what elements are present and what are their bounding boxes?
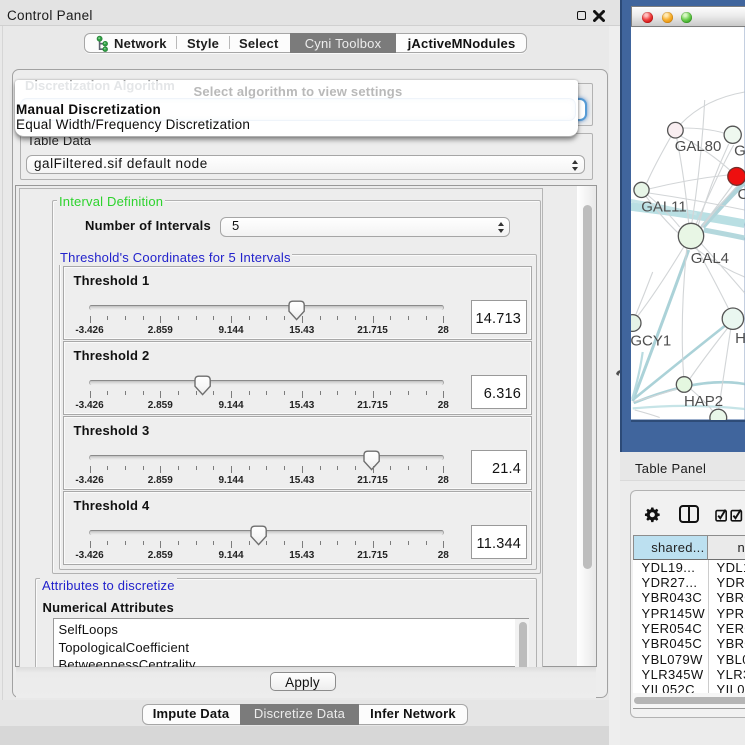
- svg-text:G.: G.: [734, 143, 745, 160]
- svg-text:GAL80: GAL80: [675, 138, 722, 155]
- svg-text:HAP2: HAP2: [684, 393, 723, 410]
- svg-text:GCY1: GCY1: [631, 332, 671, 349]
- svg-text:C: C: [738, 186, 745, 203]
- svg-text:H: H: [735, 330, 744, 347]
- svg-text:GAL11: GAL11: [641, 199, 687, 216]
- svg-text:GAL4: GAL4: [691, 250, 729, 267]
